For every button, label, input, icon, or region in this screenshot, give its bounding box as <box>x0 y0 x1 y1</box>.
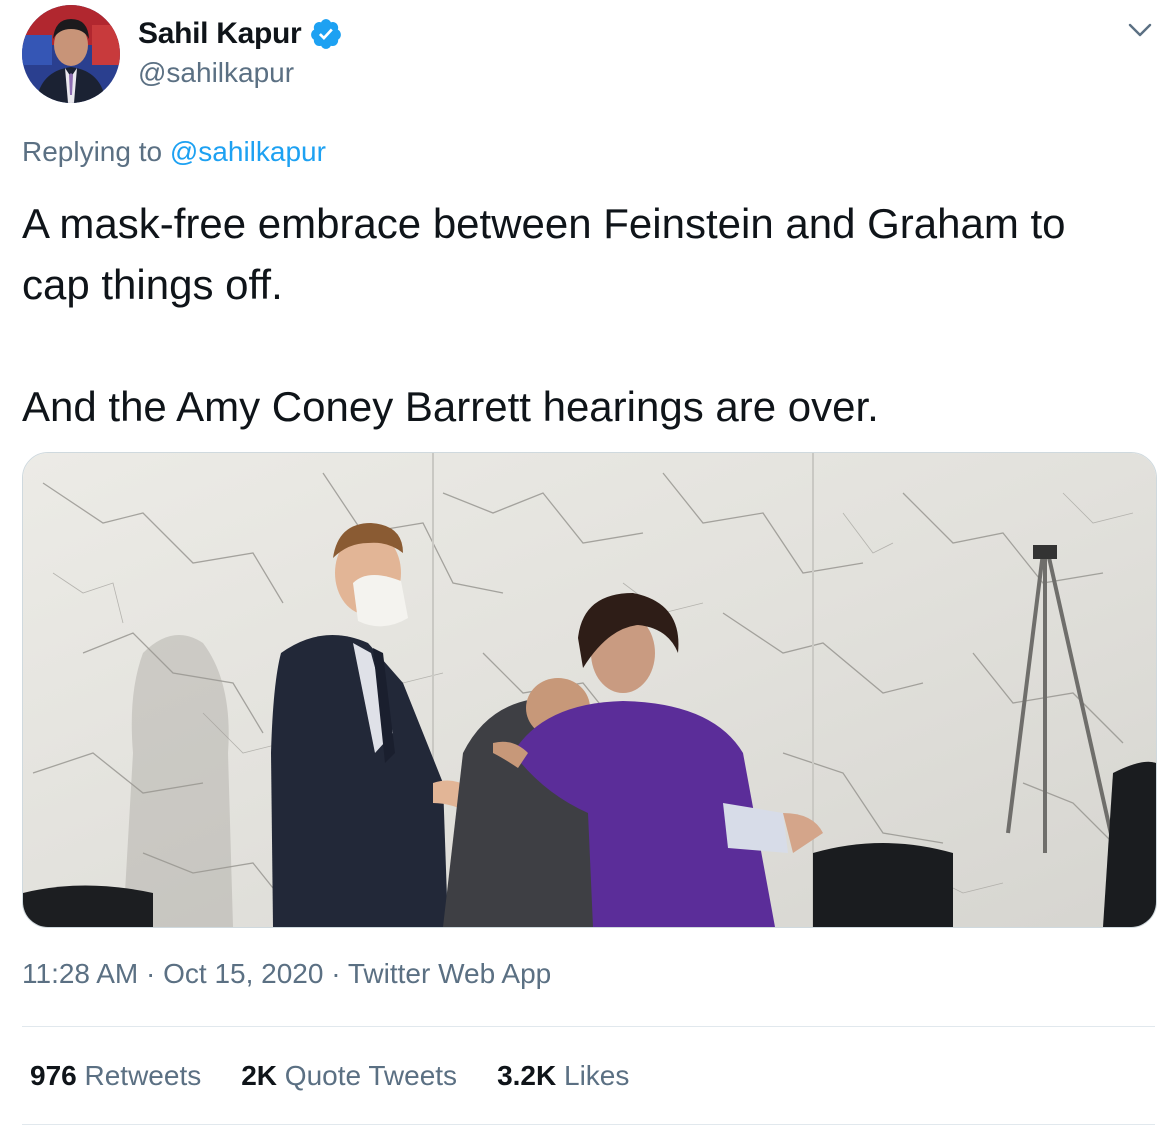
tweet-meta: 11:28 AM · Oct 15, 2020 · Twitter Web Ap… <box>22 958 551 990</box>
divider <box>22 1124 1155 1125</box>
likes-count: 3.2K <box>497 1060 557 1091</box>
retweets-label: Retweets <box>84 1060 202 1091</box>
tweet-paragraph-2: And the Amy Coney Barrett hearings are o… <box>22 383 879 430</box>
likes-stat[interactable]: 3.2K Likes <box>497 1060 629 1092</box>
quote-tweets-count: 2K <box>241 1060 278 1091</box>
replying-to: Replying to @sahilkapur <box>22 136 326 168</box>
retweets-stat[interactable]: 976 Retweets <box>30 1060 201 1092</box>
divider <box>22 1026 1155 1027</box>
tweet-paragraph-1: A mask-free embrace between Feinstein an… <box>22 200 1066 308</box>
tweet-stats: 976 Retweets 2K Quote Tweets 3.2K Likes <box>30 1060 669 1092</box>
likes-label: Likes <box>564 1060 630 1091</box>
quote-tweets-label: Quote Tweets <box>284 1060 458 1091</box>
author-display-name[interactable]: Sahil Kapur <box>138 17 302 51</box>
replying-to-link[interactable]: @sahilkapur <box>170 136 326 167</box>
author-handle[interactable]: @sahilkapur <box>138 57 294 89</box>
meta-separator: · <box>146 958 156 989</box>
replying-to-label: Replying to <box>22 136 163 167</box>
photo-image <box>23 453 1156 927</box>
quote-tweets-stat[interactable]: 2K Quote Tweets <box>241 1060 457 1092</box>
chevron-down-icon[interactable] <box>1124 14 1156 46</box>
tweet-date[interactable]: Oct 15, 2020 <box>163 958 323 989</box>
tweet-source[interactable]: Twitter Web App <box>348 958 551 989</box>
author-avatar[interactable] <box>22 5 120 103</box>
tweet-text: A mask-free embrace between Feinstein an… <box>22 193 1142 437</box>
tweet-photo[interactable] <box>22 452 1157 928</box>
retweets-count: 976 <box>30 1060 77 1091</box>
author-name-row: Sahil Kapur <box>138 14 343 54</box>
verified-badge-icon <box>309 17 343 51</box>
meta-separator: · <box>331 958 341 989</box>
avatar-image <box>22 5 120 103</box>
tweet-time[interactable]: 11:28 AM <box>22 958 138 989</box>
